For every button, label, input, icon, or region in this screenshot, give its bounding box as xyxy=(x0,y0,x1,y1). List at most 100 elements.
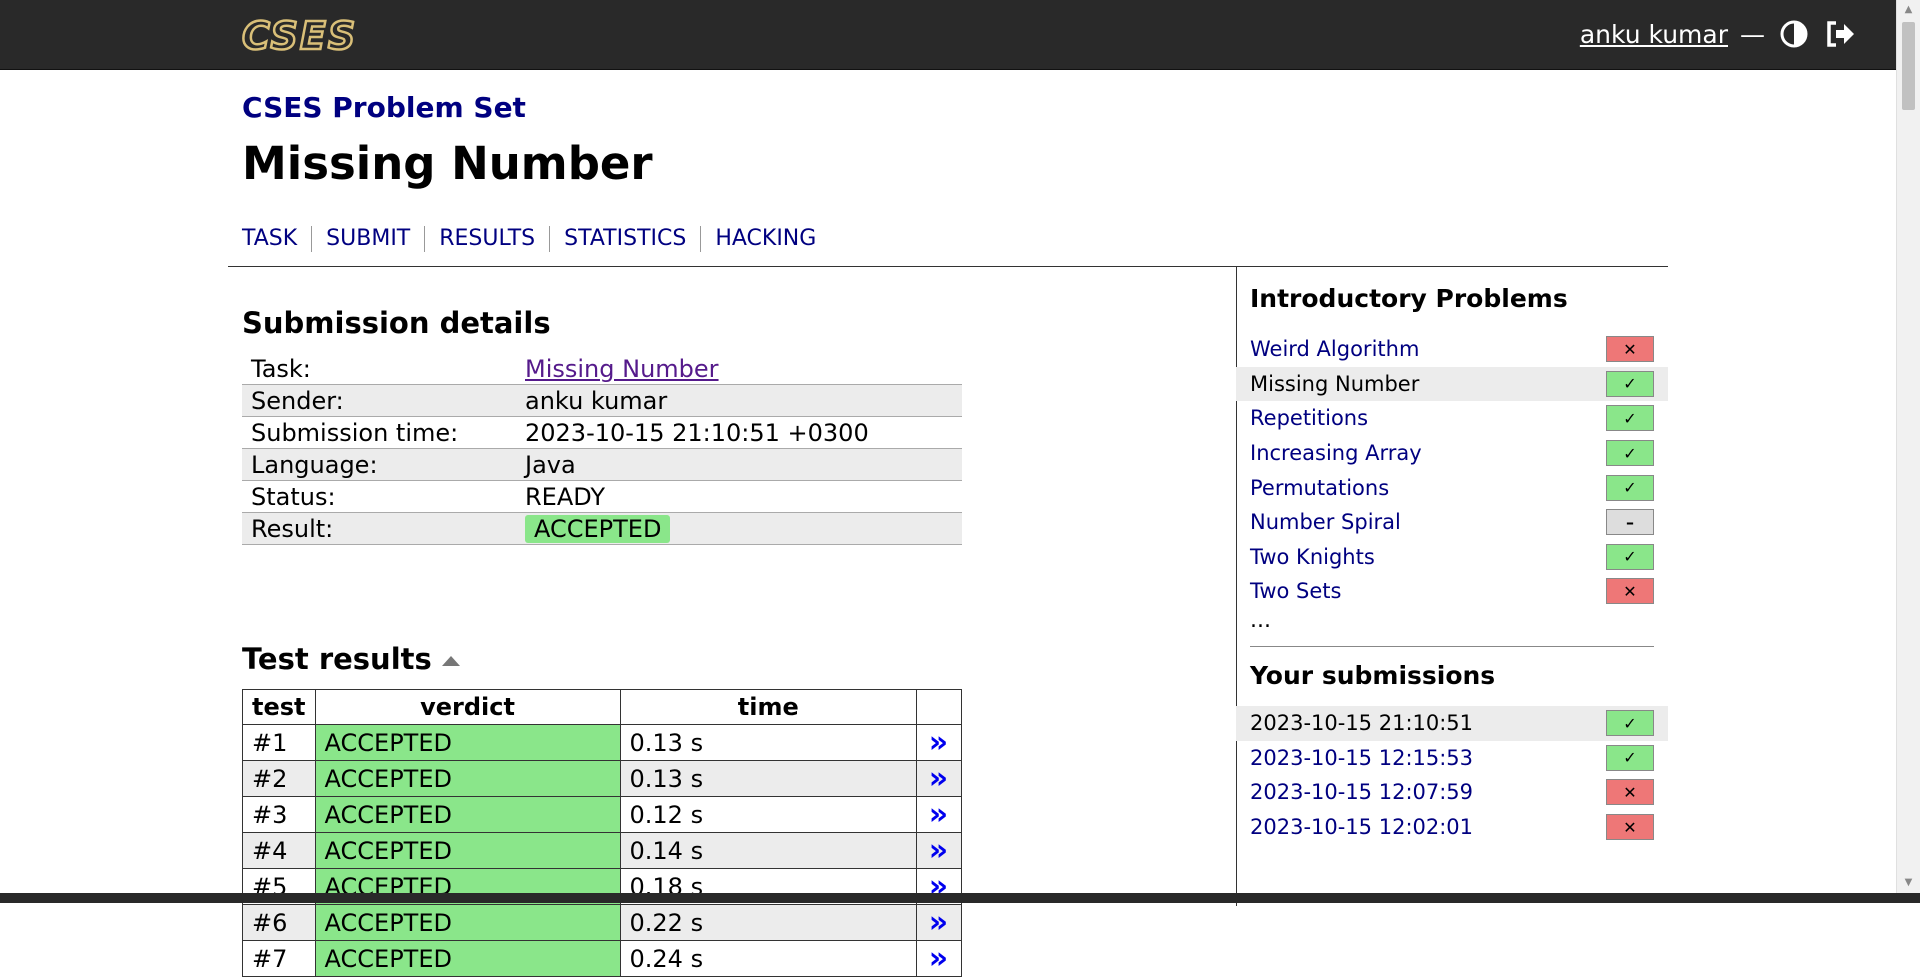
test-time: 0.13 s xyxy=(619,724,918,761)
column-test: test xyxy=(242,689,316,725)
problem-item[interactable]: Number Spiral – xyxy=(1236,505,1668,540)
problem-item[interactable]: Permutations ✓ xyxy=(1236,470,1668,505)
table-row: #2 ACCEPTED 0.13 s » xyxy=(242,760,962,797)
scroll-up-icon[interactable]: ▲ xyxy=(1897,0,1920,20)
test-results-table: test verdict time #1 ACCEPTED 0.13 s» #2 ACC… xyxy=(242,689,962,977)
column-time: time xyxy=(619,689,918,725)
detail-row-task: Task: Missing Number xyxy=(242,353,962,385)
problem-item[interactable]: Two Sets ✕ xyxy=(1236,574,1668,609)
submission-item[interactable]: 2023-10-15 12:02:01 ✕ xyxy=(1236,810,1668,845)
submission-link[interactable]: 2023-10-15 12:02:01 xyxy=(1250,815,1473,839)
problem-name: Missing Number xyxy=(1250,371,1420,396)
view-test-icon[interactable]: » xyxy=(929,905,949,940)
separator: — xyxy=(1740,19,1765,49)
table-row: #7 ACCEPTED 0.24 s » xyxy=(242,940,962,977)
detail-value: anku kumar xyxy=(516,384,962,417)
check-icon: ✓ xyxy=(1606,744,1654,771)
test-number: #3 xyxy=(242,796,316,833)
problem-item[interactable]: Two Knights ✓ xyxy=(1236,540,1668,575)
view-test-icon[interactable]: » xyxy=(929,833,949,868)
submission-link[interactable]: 2023-10-15 12:15:53 xyxy=(1250,746,1473,770)
test-time: 0.22 s xyxy=(619,904,918,941)
test-number: #7 xyxy=(242,940,316,977)
tab-statistics[interactable]: STATISTICS xyxy=(549,226,700,252)
nav-divider xyxy=(228,266,1668,267)
detail-value: 2023-10-15 21:10:51 +0300 xyxy=(516,416,962,449)
check-icon: ✓ xyxy=(1606,405,1654,432)
test-time: 0.12 s xyxy=(619,796,918,833)
problem-link[interactable]: Increasing Array xyxy=(1250,441,1422,465)
collapse-toggle-icon[interactable] xyxy=(441,656,460,666)
tab-results[interactable]: RESULTS xyxy=(424,226,549,252)
problem-link[interactable]: Weird Algorithm xyxy=(1250,337,1419,361)
column-verdict: verdict xyxy=(314,689,621,725)
contrast-icon[interactable] xyxy=(1777,17,1811,51)
problem-link[interactable]: Permutations xyxy=(1250,476,1389,500)
view-test-icon[interactable]: » xyxy=(929,725,949,760)
cses-logo[interactable]: CSES xyxy=(240,14,380,56)
problems-heading: Introductory Problems xyxy=(1250,284,1568,313)
detail-row-status: Status: READY xyxy=(242,480,962,513)
table-row: #6 ACCEPTED 0.22 s » xyxy=(242,904,962,941)
problem-set-link[interactable]: CSES Problem Set xyxy=(242,91,526,124)
problem-list: Weird Algorithm ✕ Missing Number ✓ Repetitio… xyxy=(1236,332,1668,609)
tab-hacking[interactable]: HACKING xyxy=(700,226,830,252)
more-problems: ... xyxy=(1250,608,1271,633)
user-name-link[interactable]: anku kumar xyxy=(1580,20,1728,49)
test-time: 0.24 s xyxy=(619,940,918,977)
submission-details-table: Task: Missing Number Sender: anku kumar … xyxy=(242,353,962,545)
detail-row-language: Language: Java xyxy=(242,448,962,481)
task-nav: TASK SUBMIT RESULTS STATISTICS HACKING xyxy=(242,226,830,252)
detail-row-result: Result: ACCEPTED xyxy=(242,512,962,545)
task-link[interactable]: Missing Number xyxy=(525,355,719,383)
table-row: #1 ACCEPTED 0.13 s » xyxy=(242,724,962,761)
problem-item: Missing Number ✓ xyxy=(1236,366,1668,402)
detail-key: Submission time: xyxy=(242,416,516,449)
problem-link[interactable]: Two Sets xyxy=(1250,579,1341,603)
dash-icon: – xyxy=(1606,509,1654,536)
scroll-down-icon[interactable]: ▼ xyxy=(1897,873,1920,893)
bottom-strip xyxy=(0,893,1920,903)
test-verdict: ACCEPTED xyxy=(314,760,621,797)
test-number: #6 xyxy=(242,904,316,941)
submission-item[interactable]: 2023-10-15 12:07:59 ✕ xyxy=(1236,775,1668,810)
check-icon: ✓ xyxy=(1606,710,1654,737)
scrollbar[interactable]: ▲ ▼ xyxy=(1896,0,1920,893)
result-badge: ACCEPTED xyxy=(525,514,671,543)
check-icon: ✓ xyxy=(1606,370,1654,397)
detail-key: Result: xyxy=(242,512,516,545)
user-area: anku kumar — xyxy=(1580,14,1857,54)
problem-link[interactable]: Repetitions xyxy=(1250,406,1368,430)
submission-time: 2023-10-15 21:10:51 xyxy=(1250,711,1474,736)
submission-details-heading: Submission details xyxy=(242,306,551,340)
problem-item[interactable]: Weird Algorithm ✕ xyxy=(1236,332,1668,367)
test-verdict: ACCEPTED xyxy=(314,796,621,833)
cross-icon: ✕ xyxy=(1606,814,1654,841)
problem-link[interactable]: Two Knights xyxy=(1250,545,1375,569)
check-icon: ✓ xyxy=(1606,474,1654,501)
detail-row-time: Submission time: 2023-10-15 21:10:51 +03… xyxy=(242,416,962,449)
tab-submit[interactable]: SUBMIT xyxy=(311,226,424,252)
problem-item[interactable]: Increasing Array ✓ xyxy=(1236,436,1668,471)
test-verdict: ACCEPTED xyxy=(314,940,621,977)
detail-key: Language: xyxy=(242,448,516,481)
view-test-icon[interactable]: » xyxy=(929,761,949,796)
submission-item: 2023-10-15 21:10:51 ✓ xyxy=(1236,706,1668,741)
detail-key: Sender: xyxy=(242,384,516,417)
problem-link[interactable]: Number Spiral xyxy=(1250,510,1401,534)
problem-item[interactable]: Repetitions ✓ xyxy=(1236,401,1668,436)
tab-task[interactable]: TASK xyxy=(242,226,311,252)
test-results-heading: Test results xyxy=(242,642,432,676)
submission-item[interactable]: 2023-10-15 12:15:53 ✓ xyxy=(1236,741,1668,776)
cross-icon: ✕ xyxy=(1606,578,1654,605)
page-title: Missing Number xyxy=(242,137,653,190)
scroll-thumb[interactable] xyxy=(1902,22,1915,110)
submission-link[interactable]: 2023-10-15 12:07:59 xyxy=(1250,780,1473,804)
view-test-icon[interactable]: » xyxy=(929,941,949,976)
logout-icon[interactable] xyxy=(1823,17,1857,51)
view-test-icon[interactable]: » xyxy=(929,797,949,832)
check-icon: ✓ xyxy=(1606,440,1654,467)
test-verdict: ACCEPTED xyxy=(314,832,621,869)
submissions-list: 2023-10-15 21:10:51 ✓ 2023-10-15 12:15:53 ✓… xyxy=(1236,706,1668,844)
table-header-row: test verdict time xyxy=(242,689,962,725)
